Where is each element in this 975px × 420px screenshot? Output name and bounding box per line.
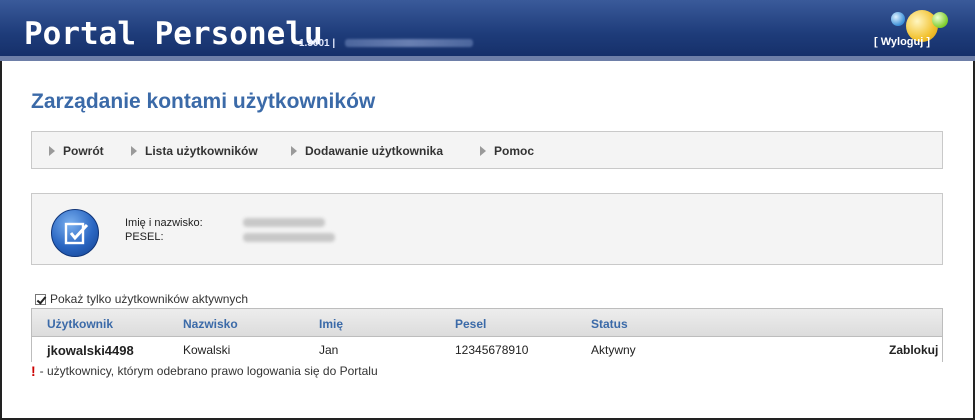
users-table: Użytkownik Nazwisko Imię Pesel Status jk… [31, 308, 943, 362]
table-header: Użytkownik Nazwisko Imię Pesel Status [32, 309, 942, 337]
name-label: Imię i nazwisko: [125, 217, 203, 229]
table-row: jkowalski4498 Kowalski Jan 12345678910 A… [32, 337, 942, 362]
triangle-right-icon [480, 146, 486, 156]
legend-note: ! - użytkownicy, którym odebrano prawo l… [31, 363, 378, 379]
redacted-pesel-value [243, 233, 335, 242]
logout-link[interactable]: [ Wyloguj ] [874, 36, 930, 48]
menu-item-label: Powrót [63, 144, 104, 158]
menu-item-back[interactable]: Powrót [49, 144, 104, 158]
column-header-pesel[interactable]: Pesel [455, 317, 486, 331]
cell-pesel: 12345678910 [455, 343, 529, 357]
column-header-surname[interactable]: Nazwisko [183, 317, 238, 331]
version-label: 1.3001 | [299, 38, 336, 49]
menu-item-label: Pomoc [494, 144, 535, 158]
user-info-panel: Imię i nazwisko: PESEL: [31, 193, 943, 265]
active-only-checkbox[interactable] [35, 293, 46, 305]
menu-item-add-user[interactable]: Dodawanie użytkownika [291, 144, 443, 158]
menu-item-help[interactable]: Pomoc [480, 144, 534, 158]
triangle-right-icon [49, 146, 55, 156]
active-only-label: Pokaż tylko użytkowników aktywnych [50, 292, 249, 306]
pesel-label: PESEL: [125, 231, 164, 243]
exclamation-icon: ! [31, 363, 36, 379]
blue-orb-icon [891, 12, 905, 26]
triangle-right-icon [291, 146, 297, 156]
cell-user: jkowalski4498 [47, 343, 134, 358]
cell-status: Aktywny [591, 343, 636, 357]
menu-item-label: Lista użytkowników [145, 144, 258, 158]
column-header-status[interactable]: Status [591, 317, 628, 331]
legend-text: - użytkownicy, którym odebrano prawo log… [39, 364, 378, 378]
active-users-filter[interactable]: Pokaż tylko użytkowników aktywnych [35, 292, 248, 306]
menu-item-label: Dodawanie użytkownika [305, 144, 444, 158]
page-title: Zarządanie kontami użytkowników [31, 90, 376, 113]
green-orb-icon [932, 12, 948, 28]
redacted-user-info [345, 39, 473, 47]
triangle-right-icon [131, 146, 137, 156]
column-header-user[interactable]: Użytkownik [47, 317, 113, 331]
menu-item-user-list[interactable]: Lista użytkowników [131, 144, 258, 158]
edit-check-icon [51, 209, 99, 257]
app-title: Portal Personelu [24, 16, 323, 52]
header-bar: Portal Personelu 1.3001 | [ Wyloguj ] [0, 0, 975, 56]
column-header-name[interactable]: Imię [319, 317, 343, 331]
action-menu: Powrót Lista użytkowników Dodawanie użyt… [31, 131, 943, 169]
cell-surname: Kowalski [183, 343, 231, 357]
header-divider [0, 56, 975, 61]
block-user-link[interactable]: Zablokuj [889, 343, 938, 357]
cell-name: Jan [319, 343, 339, 357]
edit-check-glyph [64, 222, 89, 245]
redacted-name-value [243, 218, 325, 227]
